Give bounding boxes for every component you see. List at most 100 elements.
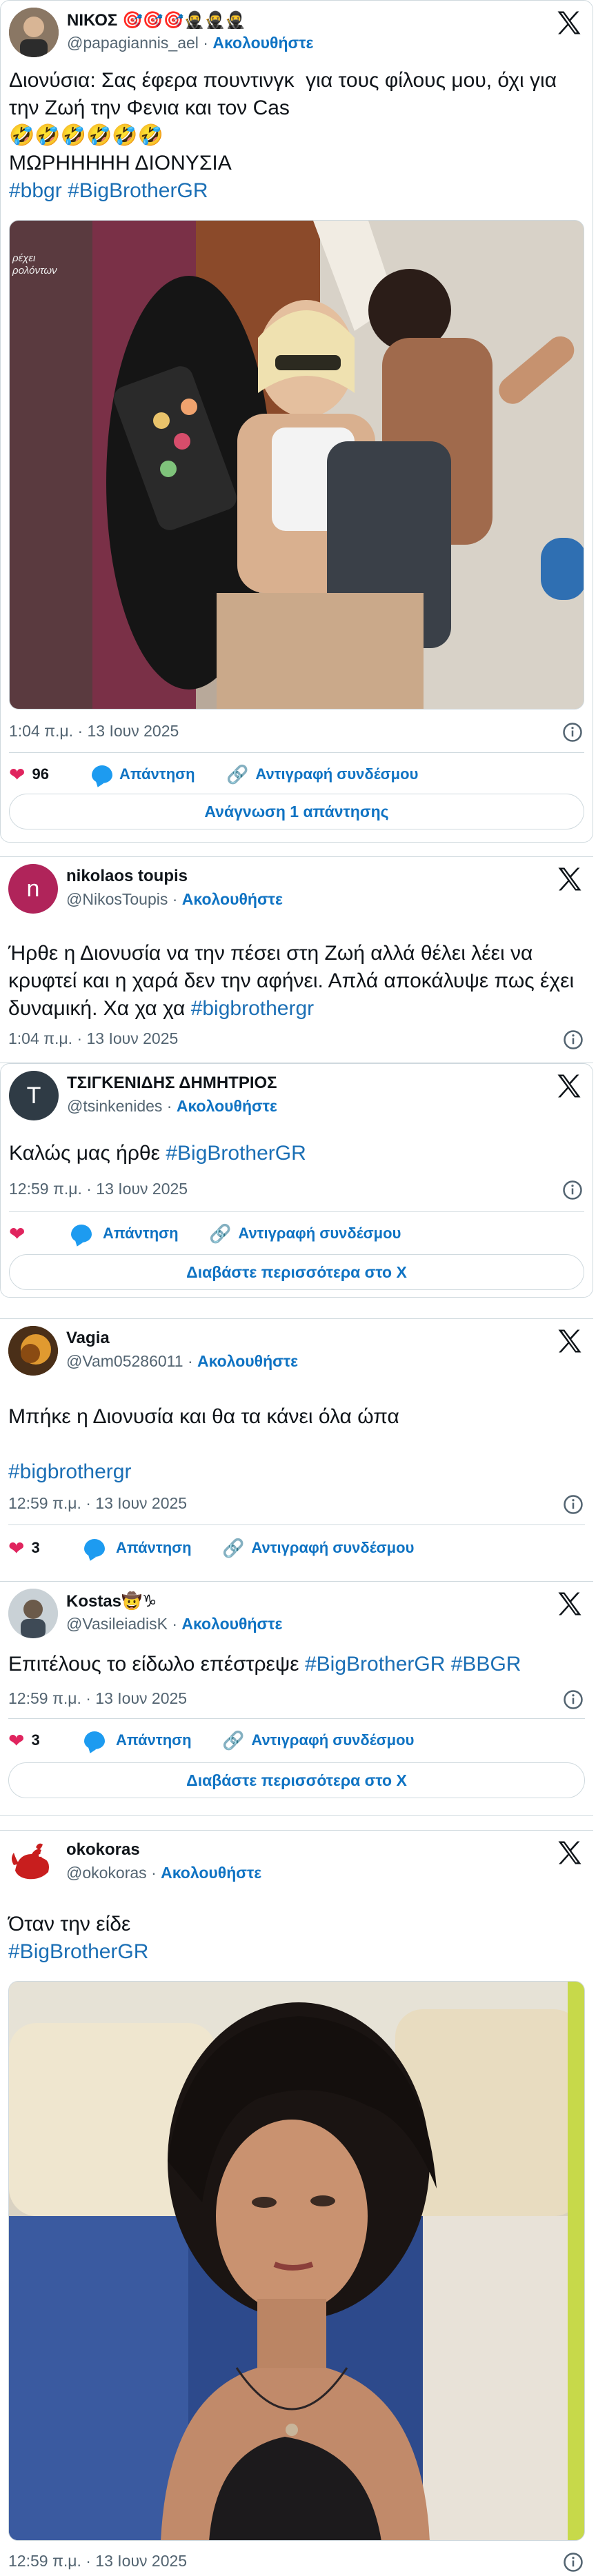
x-logo-icon[interactable] xyxy=(555,864,585,894)
tweet-timestamp[interactable]: 1:04 π.μ. · 13 Ιουν 2025 xyxy=(8,1029,178,1048)
info-icon[interactable] xyxy=(562,722,583,743)
like-count: 3 xyxy=(31,1539,40,1556)
user-name[interactable]: Kostas🤠♑ xyxy=(66,1591,157,1611)
like-button[interactable]: ❤ 3 xyxy=(8,1727,40,1754)
tweet-timestamp[interactable]: 1:04 π.μ. · 13 Ιουν 2025 xyxy=(9,722,179,741)
x-logo-icon[interactable] xyxy=(554,8,584,38)
user-handle[interactable]: @tsinkenides xyxy=(67,1097,162,1115)
copy-link-button[interactable]: 🔗 Αντιγραφή συνδέσμου xyxy=(209,1220,401,1247)
photo-woman-portrait xyxy=(9,1982,584,2540)
link-icon: 🔗 xyxy=(222,1729,245,1751)
reply-label: Απάντηση xyxy=(119,765,195,783)
x-logo-icon[interactable] xyxy=(554,1071,584,1101)
reply-label: Απάντηση xyxy=(116,1539,192,1556)
follow-button[interactable]: Ακολουθήστε xyxy=(177,1097,277,1115)
avatar[interactable] xyxy=(8,1589,58,1638)
copy-link-label: Αντιγραφή συνδέσμου xyxy=(238,1225,401,1242)
tweet-text: Διονύσια: Σας έφερα πουντινγκ για τους φ… xyxy=(9,67,584,205)
user-name[interactable]: Vagia xyxy=(66,1329,110,1348)
like-button[interactable]: ❤ xyxy=(9,1220,25,1247)
hashtag-link[interactable]: #BigBrotherGR xyxy=(8,1940,148,1963)
avatar[interactable] xyxy=(8,1838,58,1887)
reply-bubble-icon xyxy=(84,1539,105,1557)
tweet-header: ΝΙΚΟΣ 🎯🎯🎯🥷🥷🥷 @papagiannis_ael · Ακολουθή… xyxy=(9,8,584,57)
avatar[interactable]: T xyxy=(9,1071,59,1120)
x-logo-icon[interactable] xyxy=(555,1326,585,1356)
avatar[interactable] xyxy=(9,8,59,57)
rooster-avatar-icon xyxy=(12,1843,49,1880)
tweet-actions: ❤ Απάντηση 🔗 Αντιγραφή συνδέσμου xyxy=(9,1220,584,1247)
copy-link-button[interactable]: 🔗 Αντιγραφή συνδέσμου xyxy=(222,1534,414,1562)
user-handle[interactable]: @Vam05286011 xyxy=(66,1352,183,1370)
user-handle[interactable]: @okokoras xyxy=(66,1864,147,1882)
copy-link-button[interactable]: 🔗 Αντιγραφή συνδέσμου xyxy=(226,761,418,788)
tweet-text: Μπήκε η Διονυσία και θα τα κάνει όλα ώπα… xyxy=(8,1403,585,1486)
tweet-timestamp[interactable]: 12:59 π.μ. · 13 Ιουν 2025 xyxy=(8,1689,187,1708)
reply-bubble-icon xyxy=(92,765,112,783)
hashtag-link[interactable]: #BigBrotherGR xyxy=(166,1142,306,1165)
hashtag-link[interactable]: #bigbrothergr xyxy=(191,997,314,1020)
user-name[interactable]: ΝΙΚΟΣ 🎯🎯🎯🥷🥷🥷 xyxy=(67,10,246,30)
tweet-text-plain: Διονύσια: Σας έφερα πουντινγκ για τους φ… xyxy=(9,69,557,174)
like-button[interactable]: ❤ 3 xyxy=(8,1534,40,1562)
hashtag-link[interactable]: #bigbrothergr xyxy=(8,1460,131,1483)
avatar-letter: n xyxy=(26,875,40,902)
info-icon[interactable] xyxy=(563,1029,584,1050)
copy-link-button[interactable]: 🔗 Αντιγραφή συνδέσμου xyxy=(222,1727,414,1754)
tweet-timestamp[interactable]: 12:59 π.μ. · 13 Ιουν 2025 xyxy=(8,1494,187,1513)
follow-button[interactable]: Ακολουθήστε xyxy=(197,1352,298,1370)
user-handle-line: @okokoras · Ακολουθήστε xyxy=(66,1864,262,1882)
tweet-actions: ❤ 3 Απάντηση 🔗 Αντιγραφή συνδέσμου xyxy=(8,1727,585,1754)
tweet-header: n nikolaos toupis @NikosToupis · Ακολουθ… xyxy=(8,864,585,914)
avatar-photo xyxy=(9,8,59,57)
tweet-timestamp[interactable]: 12:59 π.μ. · 13 Ιουν 2025 xyxy=(8,2552,187,2570)
heart-icon: ❤ xyxy=(9,1222,26,1245)
follow-button[interactable]: Ακολουθήστε xyxy=(182,890,283,908)
tweet-card: Kostas🤠♑ @VasileiadisK · Ακολουθήστε Επι… xyxy=(0,1582,593,1816)
user-handle[interactable]: @papagiannis_ael xyxy=(67,34,199,52)
reply-label: Απάντηση xyxy=(103,1225,179,1242)
reply-button[interactable]: Απάντηση xyxy=(71,1220,179,1247)
read-more-button[interactable]: Διαβάστε περισσότερα στο X xyxy=(8,1762,585,1798)
info-icon[interactable] xyxy=(563,1494,584,1515)
follow-button[interactable]: Ακολουθήστε xyxy=(161,1864,261,1882)
x-logo-icon[interactable] xyxy=(555,1589,585,1619)
tweet-image[interactable]: ρέχει ρολόντων xyxy=(9,220,584,710)
user-name[interactable]: nikolaos toupis xyxy=(66,867,188,886)
user-handle[interactable]: @VasileiadisK xyxy=(66,1615,168,1633)
hashtag-link[interactable]: #bbgr #BigBrotherGR xyxy=(9,179,208,202)
tweet-card: okokoras @okokoras · Ακολουθήστε Όταν τη… xyxy=(0,1830,593,2576)
divider xyxy=(9,1211,584,1212)
x-logo-icon[interactable] xyxy=(555,1838,585,1868)
info-icon[interactable] xyxy=(562,1180,583,1200)
tweet-actions: ❤ 96 Απάντηση 🔗 Αντιγραφή συνδέσμου xyxy=(9,761,584,788)
read-replies-button[interactable]: Ανάγνωση 1 απάντησης xyxy=(9,794,584,829)
user-handle[interactable]: @NikosToupis xyxy=(66,890,168,908)
reply-button[interactable]: Απάντηση xyxy=(92,761,195,788)
tweet-card: T ΤΣΙΓΚΕΝΙΔΗΣ ΔΗΜΗΤΡΙΟΣ @tsinkenides · Α… xyxy=(0,1063,593,1298)
avatar[interactable]: n xyxy=(8,864,58,914)
info-icon[interactable] xyxy=(563,2552,584,2573)
user-name[interactable]: okokoras xyxy=(66,1840,140,1860)
copy-link-label: Αντιγραφή συνδέσμου xyxy=(251,1731,415,1749)
read-more-button[interactable]: Διαβάστε περισσότερα στο X xyxy=(9,1254,584,1290)
hashtag-link[interactable]: #BigBrotherGR #BBGR xyxy=(305,1653,521,1676)
tweet-timestamp[interactable]: 12:59 π.μ. · 13 Ιουν 2025 xyxy=(9,1180,188,1198)
tweet-image[interactable] xyxy=(8,1981,585,2541)
reply-button[interactable]: Απάντηση xyxy=(84,1727,192,1754)
reply-label: Απάντηση xyxy=(116,1731,192,1749)
tweet-card: Vagia @Vam05286011 · Ακολουθήστε Μπήκε η… xyxy=(0,1318,593,1582)
like-button[interactable]: ❤ 96 xyxy=(9,761,49,788)
reply-button[interactable]: Απάντηση xyxy=(84,1534,192,1562)
copy-link-label: Αντιγραφή συνδέσμου xyxy=(251,1539,415,1556)
tweet-card: ΝΙΚΟΣ 🎯🎯🎯🥷🥷🥷 @papagiannis_ael · Ακολουθή… xyxy=(0,0,593,843)
follow-button[interactable]: Ακολουθήστε xyxy=(181,1615,282,1633)
avatar[interactable] xyxy=(8,1326,58,1376)
user-name[interactable]: ΤΣΙΓΚΕΝΙΔΗΣ ΔΗΜΗΤΡΙΟΣ xyxy=(67,1074,277,1093)
info-icon[interactable] xyxy=(563,1689,584,1710)
user-handle-line: @papagiannis_ael · Ακολουθήστε xyxy=(67,34,314,52)
copy-link-label: Αντιγραφή συνδέσμου xyxy=(255,765,419,783)
tweet-text-plain: Επιτέλους το είδωλο επέστρεψε xyxy=(8,1653,305,1676)
avatar-photo xyxy=(8,1589,58,1638)
follow-button[interactable]: Ακολουθήστε xyxy=(212,34,313,52)
